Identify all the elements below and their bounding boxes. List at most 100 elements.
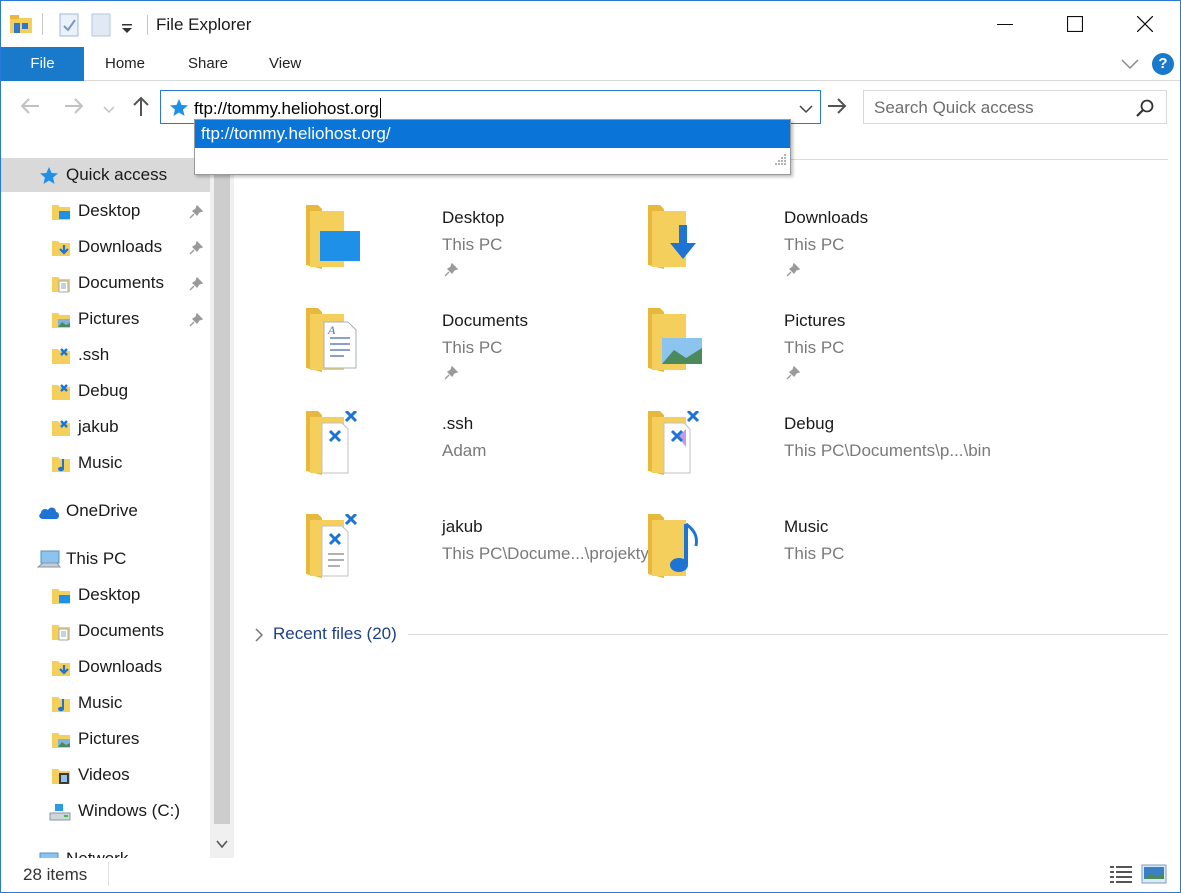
scrollbar-thumb[interactable]: [214, 160, 230, 824]
pin-icon: [786, 262, 801, 282]
section-divider: [408, 634, 1168, 635]
sidebar-item-downloads[interactable]: Downloads: [1, 230, 210, 264]
search-icon[interactable]: [1136, 99, 1154, 122]
pin-icon[interactable]: [189, 312, 204, 332]
expand-ribbon-icon[interactable]: [1121, 57, 1139, 75]
shared-folder-icon: [646, 409, 706, 482]
folder-location: This PC: [784, 338, 845, 357]
sidebar-item-pc-windows-c[interactable]: Windows (C:): [1, 794, 210, 828]
maximize-button[interactable]: [1040, 1, 1110, 47]
folder-tile-music[interactable]: Music This PC: [646, 514, 976, 604]
sidebar-item-this-pc[interactable]: This PC: [1, 542, 210, 576]
folder-tile-ssh[interactable]: .ssh Adam: [304, 409, 634, 501]
folder-location: This PC: [784, 235, 845, 254]
shared-folder-icon: [51, 346, 71, 371]
folder-tile-debug[interactable]: Debug This PC\Documents\p...\bin: [646, 409, 991, 501]
sidebar-item-pc-desktop[interactable]: Desktop: [1, 578, 210, 612]
shared-folder-icon: [51, 382, 71, 407]
recent-files-header[interactable]: Recent files (20): [273, 624, 397, 644]
new-folder-icon[interactable]: [90, 13, 112, 42]
folder-location: This PC\Documents\p...\bin: [784, 441, 991, 460]
navigation-pane: Quick access Desktop Downloads Documents: [1, 158, 210, 858]
folder-name: Downloads: [784, 208, 869, 227]
recent-files-group[interactable]: Recent files (20): [254, 623, 1168, 647]
folder-name: .ssh: [442, 414, 474, 433]
help-button[interactable]: ?: [1152, 53, 1174, 75]
folder-name: Desktop: [442, 208, 505, 227]
close-button[interactable]: [1110, 1, 1180, 47]
back-arrow-icon[interactable]: [19, 95, 41, 122]
address-input[interactable]: ftp://tommy.heliohost.org: [194, 98, 381, 119]
text-caret: [379, 98, 381, 118]
folder-location: This PC: [442, 235, 503, 254]
folder-location: This PC: [784, 544, 845, 563]
sidebar-item-debug[interactable]: Debug: [1, 374, 210, 408]
folder-tile-jakub[interactable]: jakub This PC\Docume...\projekty: [304, 512, 649, 604]
close-icon: [1137, 16, 1153, 32]
resize-grip-icon[interactable]: [773, 152, 787, 171]
sidebar-item-ssh[interactable]: .ssh: [1, 338, 210, 372]
minimize-icon: [997, 24, 1013, 25]
sidebar-item-label: Debug: [78, 381, 129, 400]
autocomplete-item[interactable]: ftp://tommy.heliohost.org/: [195, 120, 790, 148]
sidebar-item-desktop[interactable]: Desktop: [1, 194, 210, 228]
folder-tile-downloads[interactable]: Downloads This PC: [646, 205, 976, 295]
folder-tile-documents[interactable]: A Documents This PC: [304, 308, 634, 398]
search-box[interactable]: Search Quick access: [863, 90, 1167, 124]
videos-folder-icon: [51, 766, 71, 791]
minimize-button[interactable]: [970, 1, 1040, 47]
sidebar-item-quick-access[interactable]: Quick access: [1, 158, 210, 192]
sidebar-item-jakub[interactable]: jakub: [1, 410, 210, 444]
explorer-app-icon[interactable]: [9, 11, 33, 40]
folder-tile-pictures[interactable]: Pictures This PC: [646, 308, 976, 398]
forward-arrow-icon[interactable]: [63, 95, 85, 122]
network-icon: [37, 850, 61, 858]
sidebar-item-pc-videos[interactable]: Videos: [1, 758, 210, 792]
scroll-down-icon[interactable]: [216, 836, 228, 854]
recent-locations-chevron-icon[interactable]: [103, 101, 115, 119]
go-arrow-icon[interactable]: [827, 97, 847, 120]
tab-home[interactable]: Home: [105, 47, 145, 81]
shared-folder-icon: [304, 409, 364, 482]
sidebar-item-label: This PC: [66, 549, 127, 568]
sidebar-item-documents[interactable]: Documents: [1, 266, 210, 300]
tab-share[interactable]: Share: [188, 47, 228, 81]
pin-icon[interactable]: [189, 240, 204, 260]
folder-tile-desktop[interactable]: Desktop This PC: [304, 205, 634, 295]
sidebar-item-pc-documents[interactable]: Documents: [1, 614, 210, 648]
folder-name: Music: [784, 517, 829, 536]
sidebar-item-label: Network: [66, 849, 128, 858]
search-input[interactable]: Search Quick access: [874, 98, 1034, 118]
sidebar-item-network[interactable]: Network: [1, 842, 210, 858]
up-arrow-icon[interactable]: [130, 95, 152, 122]
qat-separator: [42, 13, 43, 35]
folder-location: This PC: [442, 338, 503, 357]
tab-file[interactable]: File: [1, 47, 84, 81]
quick-access-star-icon: [169, 98, 189, 123]
pin-icon[interactable]: [189, 276, 204, 296]
sidebar-scrollbar[interactable]: [210, 158, 234, 858]
folder-name: Pictures: [784, 311, 846, 330]
sidebar-item-pc-pictures[interactable]: Pictures: [1, 722, 210, 756]
downloads-folder-icon: [646, 205, 706, 276]
pin-icon[interactable]: [189, 204, 204, 224]
sidebar-item-label: Pictures: [78, 309, 140, 328]
documents-folder-icon: [51, 274, 71, 299]
sidebar-item-label: Videos: [78, 765, 130, 784]
address-dropdown-chevron-icon[interactable]: [799, 101, 813, 119]
title-separator: [147, 15, 148, 35]
downloads-folder-icon: [51, 238, 71, 263]
properties-icon[interactable]: [58, 13, 80, 42]
details-view-icon[interactable]: [1109, 864, 1133, 889]
sidebar-item-onedrive[interactable]: OneDrive: [1, 494, 210, 528]
chevron-right-icon[interactable]: [254, 628, 264, 647]
large-icons-view-icon[interactable]: [1141, 864, 1167, 889]
sidebar-item-pc-downloads[interactable]: Downloads: [1, 650, 210, 684]
sidebar-item-pc-music[interactable]: Music: [1, 686, 210, 720]
customize-qat-icon[interactable]: [121, 21, 133, 39]
address-autocomplete-list: ftp://tommy.heliohost.org/: [194, 119, 791, 175]
sidebar-item-music[interactable]: Music: [1, 446, 210, 480]
item-count: 28 items: [23, 865, 88, 884]
tab-view[interactable]: View: [269, 47, 301, 81]
sidebar-item-pictures[interactable]: Pictures: [1, 302, 210, 336]
